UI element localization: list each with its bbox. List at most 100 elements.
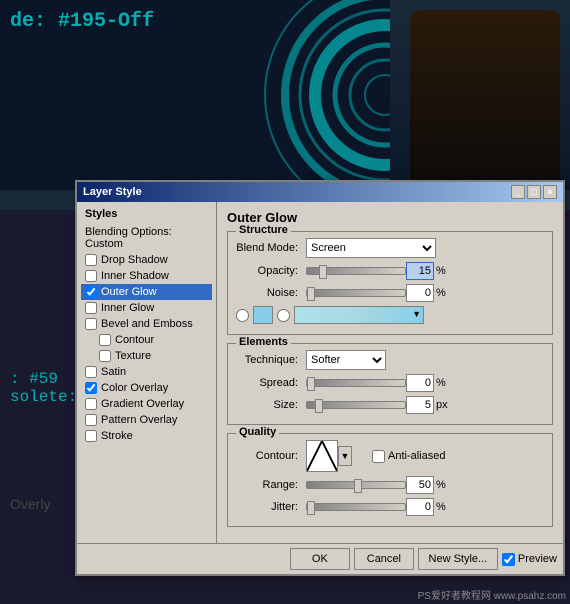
structure-label: Structure — [236, 224, 291, 236]
anti-aliased-text: Anti-aliased — [388, 450, 445, 462]
blend-mode-select[interactable]: Screen Normal Multiply — [306, 238, 436, 258]
sidebar-item-pattern-overlay[interactable]: Pattern Overlay — [81, 412, 212, 428]
elements-group: Elements Technique: Softer Precise Sprea… — [227, 343, 553, 425]
ok-button[interactable]: OK — [290, 548, 350, 570]
minimize-button[interactable]: _ — [511, 185, 525, 199]
background-area: de: #195-Off — [0, 0, 570, 200]
blend-mode-row: Blend Mode: Screen Normal Multiply — [236, 238, 544, 258]
section-title: Outer Glow — [227, 210, 553, 225]
dialog-titlebar: Layer Style _ □ × — [77, 182, 563, 202]
dialog-body: Styles Blending Options: Custom Drop Sha… — [77, 202, 563, 543]
quality-group: Quality Contour: ▼ — [227, 433, 553, 527]
color-overlay-checkbox[interactable] — [85, 382, 97, 394]
stroke-checkbox[interactable] — [85, 430, 97, 442]
sidebar-item-drop-shadow[interactable]: Drop Shadow — [81, 252, 212, 268]
anti-aliased-checkbox[interactable] — [372, 450, 385, 463]
noise-input[interactable]: 0 — [406, 284, 434, 302]
opacity-unit: % — [436, 265, 446, 277]
spread-unit: % — [436, 377, 446, 389]
jitter-row: Jitter: 0 % — [236, 498, 544, 516]
close-button[interactable]: × — [543, 185, 557, 199]
gradient-overlay-checkbox[interactable] — [85, 398, 97, 410]
solid-radio[interactable] — [236, 309, 249, 322]
gradient-swatch[interactable]: ▼ — [294, 306, 424, 324]
preview-text: Preview — [518, 553, 557, 565]
range-label: Range: — [236, 479, 306, 491]
size-row: Size: 5 px — [236, 396, 544, 414]
opacity-row: Opacity: 15 % — [236, 262, 544, 280]
right-panel: Outer Glow Structure Blend Mode: Screen … — [217, 202, 563, 543]
size-slider[interactable] — [306, 401, 406, 409]
spread-slider[interactable] — [306, 379, 406, 387]
contour-thumbnail[interactable] — [306, 440, 338, 472]
spread-input[interactable]: 0 — [406, 374, 434, 392]
outer-glow-checkbox[interactable] — [85, 286, 97, 298]
new-style-button[interactable]: New Style... — [418, 548, 498, 570]
sidebar-item-color-overlay[interactable]: Color Overlay — [81, 380, 212, 396]
dialog-footer: OK Cancel New Style... Preview — [77, 543, 563, 574]
sidebar-item-gradient-overlay[interactable]: Gradient Overlay — [81, 396, 212, 412]
noise-slider[interactable] — [306, 289, 406, 297]
sidebar-item-blending-options[interactable]: Blending Options: Custom — [81, 224, 212, 252]
range-unit: % — [436, 479, 446, 491]
dialog-title: Layer Style — [83, 186, 142, 198]
noise-unit: % — [436, 287, 446, 299]
contour-dropdown-button[interactable]: ▼ — [338, 446, 352, 466]
sidebar-item-satin[interactable]: Satin — [81, 364, 212, 380]
color-row: ▼ — [236, 306, 544, 324]
jitter-unit: % — [436, 501, 446, 513]
pattern-overlay-checkbox[interactable] — [85, 414, 97, 426]
technique-row: Technique: Softer Precise — [236, 350, 544, 370]
size-unit: px — [436, 399, 448, 411]
left-panel: Styles Blending Options: Custom Drop Sha… — [77, 202, 217, 543]
spread-label: Spread: — [236, 377, 306, 389]
jitter-slider[interactable] — [306, 503, 406, 511]
color-swatch[interactable] — [253, 306, 273, 324]
contour-row: Contour: ▼ Anti-aliased — [236, 440, 544, 472]
range-row: Range: 50 % — [236, 476, 544, 494]
noise-label: Noise: — [236, 287, 306, 299]
watermark: PS爱好者教程网 www.psahz.com — [418, 587, 566, 602]
drop-shadow-checkbox[interactable] — [85, 254, 97, 266]
range-input[interactable]: 50 — [406, 476, 434, 494]
jitter-label: Jitter: — [236, 501, 306, 513]
preview-checkbox[interactable] — [502, 553, 515, 566]
sidebar-item-inner-glow[interactable]: Inner Glow — [81, 300, 212, 316]
inner-glow-checkbox[interactable] — [85, 302, 97, 314]
inner-shadow-checkbox[interactable] — [85, 270, 97, 282]
contour-svg — [307, 441, 337, 471]
range-slider[interactable] — [306, 481, 406, 489]
sidebar-item-outer-glow[interactable]: Outer Glow — [81, 284, 212, 300]
satin-checkbox[interactable] — [85, 366, 97, 378]
opacity-slider[interactable] — [306, 267, 406, 275]
structure-group: Structure Blend Mode: Screen Normal Mult… — [227, 231, 553, 335]
bg-text1: de: #195-Off — [10, 10, 154, 33]
jitter-input[interactable]: 0 — [406, 498, 434, 516]
preview-label: Preview — [502, 548, 557, 570]
bevel-emboss-checkbox[interactable] — [85, 318, 97, 330]
elements-label: Elements — [236, 336, 291, 348]
technique-label: Technique: — [236, 354, 306, 366]
technique-select[interactable]: Softer Precise — [306, 350, 386, 370]
anti-aliased-label: Anti-aliased — [372, 450, 445, 463]
person-area — [390, 0, 570, 200]
contour-checkbox[interactable] — [99, 334, 111, 346]
texture-checkbox[interactable] — [99, 350, 111, 362]
sidebar-item-texture[interactable]: Texture — [81, 348, 212, 364]
opacity-label: Opacity: — [236, 265, 306, 277]
opacity-input[interactable]: 15 — [406, 262, 434, 280]
blend-mode-label: Blend Mode: — [236, 242, 306, 254]
sidebar-item-bevel-emboss[interactable]: Bevel and Emboss — [81, 316, 212, 332]
size-input[interactable]: 5 — [406, 396, 434, 414]
sidebar-item-contour[interactable]: Contour — [81, 332, 212, 348]
gradient-arrow-icon: ▼ — [412, 309, 421, 319]
sidebar-item-inner-shadow[interactable]: Inner Shadow — [81, 268, 212, 284]
spread-row: Spread: 0 % — [236, 374, 544, 392]
sidebar-item-stroke[interactable]: Stroke — [81, 428, 212, 444]
maximize-button[interactable]: □ — [527, 185, 541, 199]
contour-control: ▼ — [306, 440, 352, 472]
cancel-button[interactable]: Cancel — [354, 548, 414, 570]
bg-text2: : #59 solete: — [10, 370, 77, 406]
contour-label: Contour: — [236, 450, 306, 462]
gradient-radio[interactable] — [277, 309, 290, 322]
